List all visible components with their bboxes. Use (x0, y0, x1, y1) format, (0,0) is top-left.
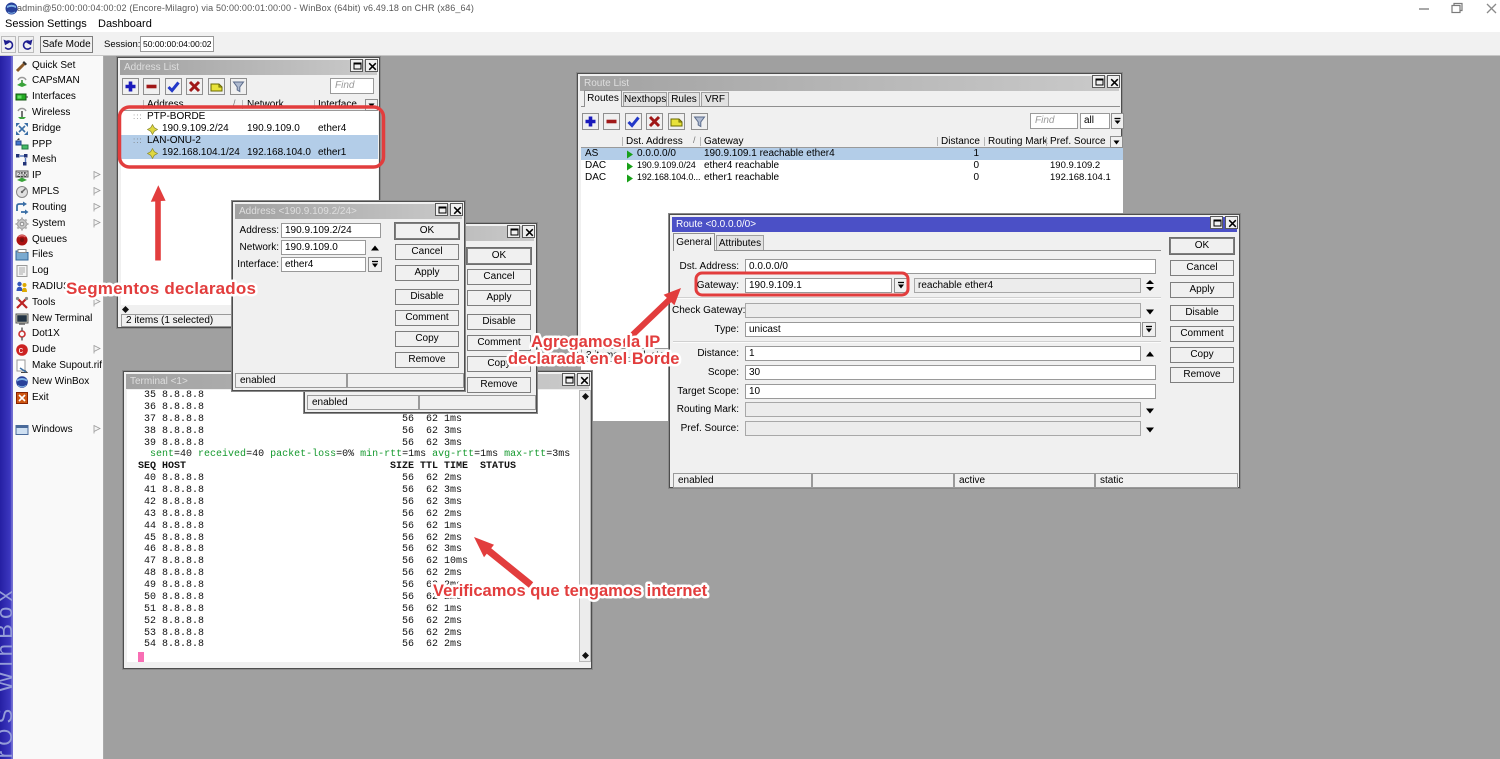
svg-text:declarada en el Borde: declarada en el Borde (508, 350, 680, 368)
svg-text:Agregamos la IP: Agregamos la IP (531, 333, 660, 351)
svg-text:Segmentos declarados: Segmentos declarados (66, 279, 256, 298)
svg-text:Verificamos que tengamos inter: Verificamos que tengamos internet (433, 582, 708, 600)
